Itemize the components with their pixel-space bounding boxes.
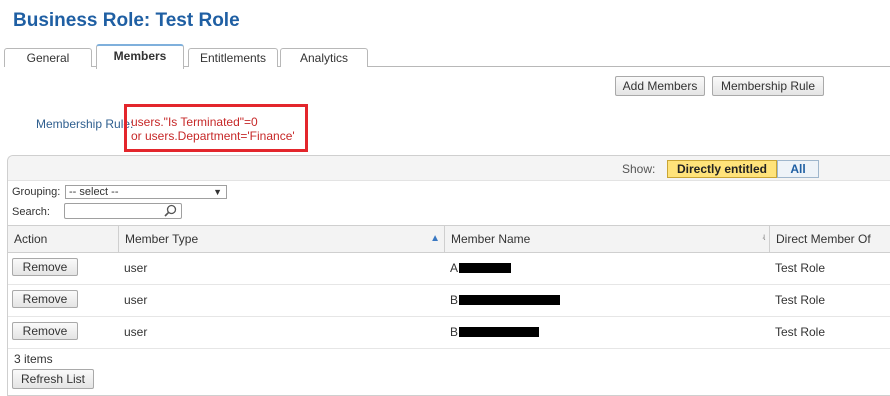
column-member-type[interactable]: Member Type ▲ bbox=[118, 226, 444, 252]
search-input[interactable] bbox=[64, 203, 182, 219]
sort-asc-icon: ▲ bbox=[430, 233, 440, 244]
column-member-type-label: Member Type bbox=[125, 232, 199, 246]
item-count: 3 items bbox=[14, 352, 53, 366]
remove-button[interactable]: Remove bbox=[12, 322, 78, 340]
add-members-button[interactable]: Add Members bbox=[615, 76, 705, 96]
redaction-bar bbox=[459, 263, 511, 273]
direct-member-of-cell: Test Role bbox=[775, 325, 826, 339]
column-member-name-label: Member Name bbox=[451, 232, 531, 246]
column-member-name[interactable]: Member Name ʵ bbox=[444, 226, 769, 252]
show-label: Show: bbox=[622, 162, 656, 176]
search-icon[interactable] bbox=[164, 204, 177, 220]
member-name-cell: A bbox=[450, 261, 459, 275]
grouping-select[interactable]: -- select -- ▼ bbox=[65, 185, 227, 199]
membership-rule-line1: users."Is Terminated"=0 bbox=[131, 115, 258, 129]
grouping-value: -- select -- bbox=[69, 186, 119, 198]
column-resize-icon[interactable]: ʵ bbox=[763, 226, 765, 252]
member-name-cell: B bbox=[450, 325, 459, 339]
member-name-cell: B bbox=[450, 293, 459, 307]
page-title: Business Role: Test Role bbox=[13, 10, 240, 31]
direct-member-of-cell: Test Role bbox=[775, 261, 826, 275]
all-toggle[interactable]: All bbox=[777, 160, 819, 178]
membership-rule-label: Membership Rule: bbox=[36, 117, 134, 131]
member-type-cell: user bbox=[124, 293, 148, 307]
membership-rule-button[interactable]: Membership Rule bbox=[712, 76, 824, 96]
member-type-cell: user bbox=[124, 261, 148, 275]
chevron-down-icon: ▼ bbox=[213, 187, 222, 197]
tab-bar: General Members Entitlements Analytics bbox=[4, 44, 890, 69]
remove-button[interactable]: Remove bbox=[12, 258, 78, 276]
tab-analytics[interactable]: Analytics bbox=[280, 48, 368, 67]
table-row: Remove user A Test Role bbox=[8, 252, 890, 285]
tab-entitlements[interactable]: Entitlements bbox=[188, 48, 278, 67]
membership-rule-line2: or users.Department='Finance' bbox=[131, 129, 295, 143]
redaction-bar bbox=[459, 295, 560, 305]
direct-member-of-cell: Test Role bbox=[775, 293, 826, 307]
search-label: Search: bbox=[12, 206, 50, 218]
table-row: Remove user B Test Role bbox=[8, 316, 890, 349]
column-direct-member-of[interactable]: Direct Member Of bbox=[769, 226, 890, 252]
grouping-label: Grouping: bbox=[12, 186, 61, 198]
redaction-bar bbox=[459, 327, 539, 337]
table-header: Action Member Type ▲ Member Name ʵ Direc… bbox=[8, 225, 890, 253]
tab-members[interactable]: Members bbox=[96, 44, 184, 69]
members-panel: Show: Directly entitled All Grouping: --… bbox=[7, 155, 890, 396]
membership-rule-highlight: users."Is Terminated"=0 or users.Departm… bbox=[124, 104, 308, 152]
directly-entitled-toggle[interactable]: Directly entitled bbox=[667, 160, 777, 178]
refresh-list-button[interactable]: Refresh List bbox=[12, 369, 94, 389]
remove-button[interactable]: Remove bbox=[12, 290, 78, 308]
table-row: Remove user B Test Role bbox=[8, 284, 890, 317]
tab-general[interactable]: General bbox=[4, 48, 92, 67]
column-action[interactable]: Action bbox=[8, 226, 118, 252]
panel-toolbar: Show: Directly entitled All bbox=[8, 156, 890, 181]
member-type-cell: user bbox=[124, 325, 148, 339]
